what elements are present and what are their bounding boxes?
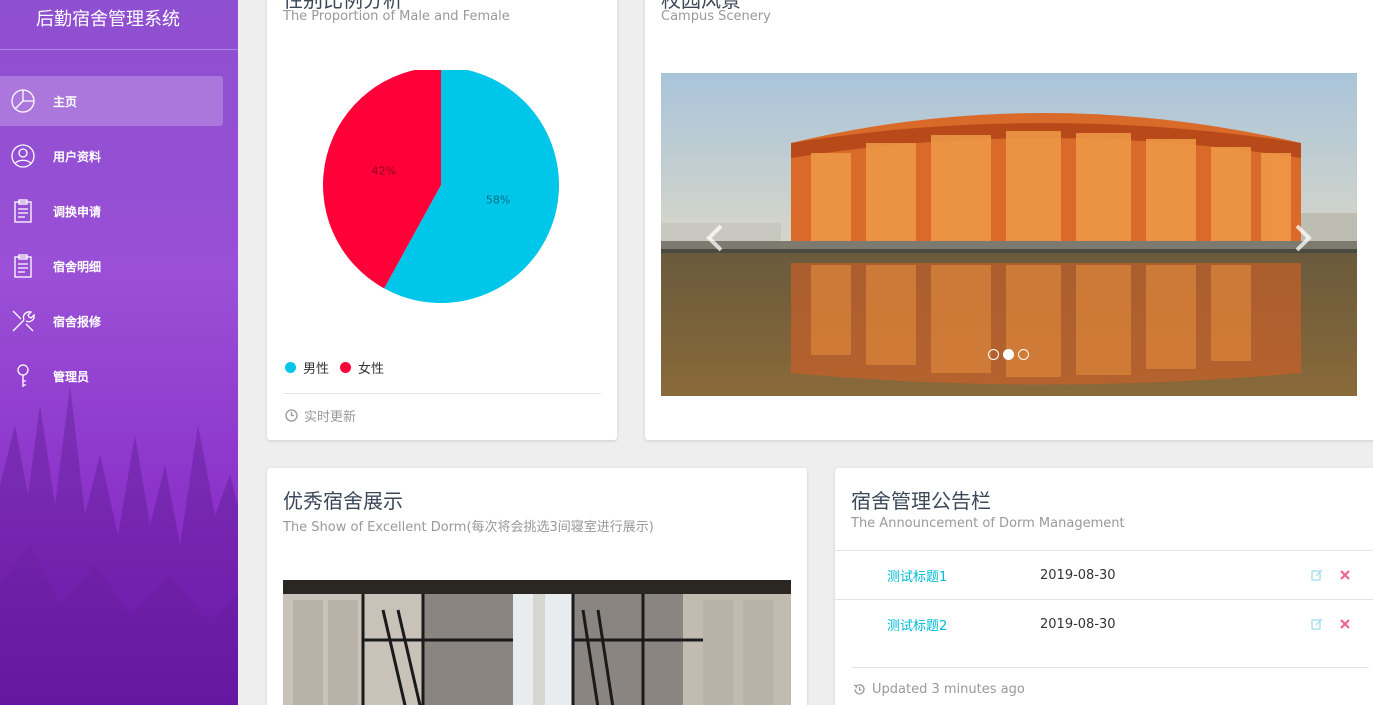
notice-title-link[interactable]: 测试标题1 — [887, 566, 947, 585]
key-icon — [10, 363, 36, 389]
clipboard-icon — [10, 253, 36, 279]
scenery-carousel[interactable] — [661, 73, 1357, 396]
notice-table: 测试标题1 2019-08-30 测试标题2 2019-08-30 — [835, 550, 1373, 648]
app-brand-title: 后勤宿舍管理系统 — [0, 0, 238, 50]
footer-text: Updated 3 minutes ago — [872, 682, 1025, 697]
carousel-next-icon[interactable] — [1291, 223, 1315, 253]
divider — [283, 393, 601, 394]
sidebar-item-label: 用户资料 — [53, 149, 102, 164]
notice-date: 2019-08-30 — [1040, 567, 1116, 583]
pie-slice-label: 42% — [372, 164, 396, 177]
table-row: 测试标题2 2019-08-30 — [835, 599, 1373, 648]
sidebar-item-home[interactable]: 主页 — [0, 76, 223, 126]
sidebar-item-dorm-details[interactable]: 宿舍明细 — [0, 241, 223, 291]
card-subtitle: The Proportion of Male and Female — [283, 9, 510, 24]
sidebar: 后勤宿舍管理系统 主页 用户资料 调换申请 宿舍明细 宿舍报修 管理员 — [0, 0, 238, 705]
card-subtitle: The Show of Excellent Dorm(每次将会挑选3间寝室进行展… — [283, 520, 654, 535]
legend-label-male: 男性 — [303, 362, 330, 377]
close-icon[interactable] — [1339, 569, 1351, 581]
user-icon — [10, 143, 36, 169]
sidebar-nav: 主页 用户资料 调换申请 宿舍明细 宿舍报修 管理员 — [0, 76, 238, 406]
edit-icon[interactable] — [1311, 618, 1323, 630]
gender-ratio-card: 性别比例分析 The Proportion of Male and Female… — [267, 0, 617, 440]
card-title: 优秀宿舍展示 — [283, 489, 403, 513]
table-row: 测试标题1 2019-08-30 — [835, 550, 1373, 599]
card-subtitle: Campus Scenery — [661, 9, 771, 24]
notice-date: 2019-08-30 — [1040, 616, 1116, 632]
footer-text: 实时更新 — [304, 410, 357, 425]
pie-slice-label: 58% — [486, 194, 510, 207]
clipboard-icon — [10, 198, 36, 224]
history-icon — [853, 684, 865, 695]
forest-background-image — [0, 385, 238, 705]
legend-swatch-male — [285, 362, 296, 373]
campus-building-image — [661, 73, 1357, 396]
notice-board-card: 宿舍管理公告栏 The Announcement of Dorm Managem… — [835, 468, 1373, 705]
sidebar-item-label: 管理员 — [53, 369, 90, 384]
legend-swatch-female — [340, 362, 352, 373]
card-title: 宿舍管理公告栏 — [851, 489, 991, 513]
sidebar-item-dorm-repair[interactable]: 宿舍报修 — [0, 296, 223, 346]
sidebar-item-label: 宿舍报修 — [53, 314, 102, 329]
sidebar-item-admin[interactable]: 管理员 — [0, 351, 223, 401]
card-subtitle: The Announcement of Dorm Management — [851, 516, 1125, 531]
sidebar-item-label: 主页 — [53, 94, 78, 109]
legend-label-female: 女性 — [358, 362, 385, 377]
dorm-room-image — [283, 580, 791, 705]
notice-title-link[interactable]: 测试标题2 — [887, 615, 947, 634]
carousel-indicators — [988, 349, 1033, 360]
carousel-prev-icon[interactable] — [703, 223, 727, 253]
edit-icon[interactable] — [1311, 569, 1323, 581]
carousel-indicator-active[interactable] — [1003, 349, 1014, 360]
clock-icon — [285, 409, 298, 422]
chart-legend: 男性 女性 — [285, 358, 395, 377]
card-footer: Updated 3 minutes ago — [853, 682, 1025, 697]
sidebar-item-user-profile[interactable]: 用户资料 — [0, 131, 223, 181]
divider — [851, 667, 1369, 668]
sidebar-item-swap-request[interactable]: 调换申请 — [0, 186, 223, 236]
excellent-dorm-card: 优秀宿舍展示 The Show of Excellent Dorm(每次将会挑选… — [267, 468, 807, 705]
carousel-indicator[interactable] — [1018, 349, 1029, 360]
wrench-icon — [10, 308, 36, 334]
gender-pie-chart: 58% 42% — [323, 70, 559, 303]
carousel-indicator[interactable] — [988, 349, 999, 360]
dorm-photo — [283, 580, 791, 705]
sidebar-item-label: 调换申请 — [53, 204, 102, 219]
close-icon[interactable] — [1339, 618, 1351, 630]
sidebar-item-label: 宿舍明细 — [53, 259, 102, 274]
card-footer: 实时更新 — [285, 406, 356, 425]
campus-scenery-card: 校园风景 Campus Scenery — [645, 0, 1373, 440]
dashboard-icon — [10, 88, 36, 114]
